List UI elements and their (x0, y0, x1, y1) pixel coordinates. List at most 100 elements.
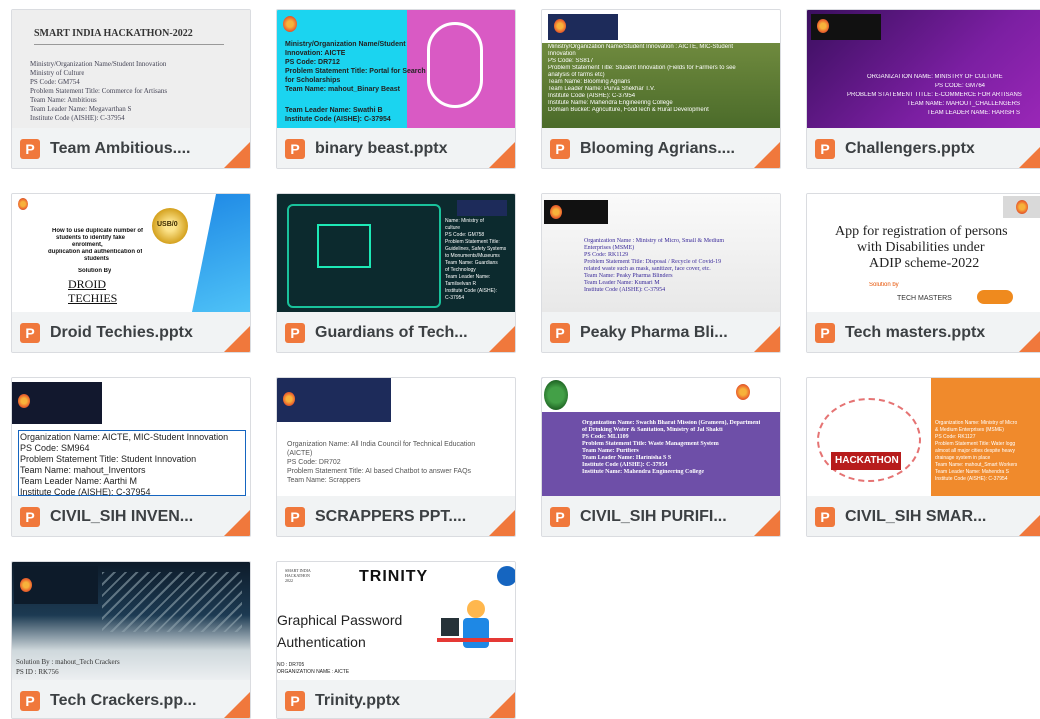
person-at-computer-illustration (437, 598, 513, 678)
thumb-line: Institute Code (AISHE): C-37954 (584, 287, 666, 293)
page-fold-icon (222, 510, 250, 536)
file-card[interactable]: Organization Name : Ministry of Micro, S… (541, 193, 781, 353)
screen-illustration (317, 224, 371, 268)
thumb-line: Institute Code (AISHE): C-37954 (20, 487, 151, 496)
thumb-line: Institute Code (AISHE): C-37954 (30, 114, 125, 122)
powerpoint-icon: P (20, 507, 40, 527)
powerpoint-icon: P (285, 691, 305, 711)
thumb-line: Team Leader Name: Mahendra S (935, 469, 1009, 475)
thumb-title: SMART INDIA HACKATHON-2022 (34, 28, 193, 39)
file-grid: SMART INDIA HACKATHON-2022 Ministry/Orga… (0, 0, 1040, 719)
thumb-line: enrolment, (72, 242, 103, 248)
file-card[interactable]: HACKATHON Organization Name: Ministry of… (806, 377, 1040, 537)
file-footer: P binary beast.pptx (277, 128, 515, 168)
file-card[interactable]: SMART INDIA HACKATHON 2022 TRINITY Graphic… (276, 561, 516, 719)
logo-icon (1003, 196, 1040, 218)
thumb-line: Solution By : mahout_Tech Crackers (16, 658, 120, 666)
thumb-line: culture (445, 225, 461, 231)
thumb-line: Team Name: mahout_Binary Beast (285, 86, 401, 93)
thumb-line: Team Leader Name: Harinisha S S (582, 455, 672, 461)
thumb-line: PS Code: SS817 (548, 58, 594, 64)
powerpoint-icon: P (550, 323, 570, 343)
page-fold-icon (487, 142, 515, 168)
thumb-line: Tamilselvan R (445, 281, 477, 287)
file-footer: P Droid Techies.pptx (12, 312, 250, 352)
thumb-line: Problem Statement Title: Student Innovat… (20, 454, 197, 464)
logo-icon (811, 14, 881, 40)
file-card[interactable]: ORGANIZATION NAME: MINISTRY OF CULTURE P… (806, 9, 1040, 169)
thumb-line: Institute Code (AISHE): (445, 288, 497, 294)
thumb-line: & Medium Enterprises (MSME) (935, 427, 1004, 433)
file-name[interactable]: Team Ambitious.... (50, 138, 210, 160)
thumb-line: Organization Name: Swachh Bharat Mission… (582, 420, 761, 426)
thumb-line: Team Name: Peaky Pharma Blinders (584, 273, 673, 279)
thumb-line: Guidelines, Safety Systems (445, 246, 507, 252)
file-name[interactable]: Guardians of Tech... (315, 322, 475, 344)
file-thumbnail: USB/0 How to use duplicate number of stu… (12, 194, 250, 312)
file-thumbnail: SMART INDIA HACKATHON-2022 Ministry/Orga… (12, 10, 250, 128)
file-card[interactable]: Ministry/Organization Name/Student Innov… (541, 9, 781, 169)
file-footer: P Blooming Agrians.... (542, 128, 780, 168)
file-name[interactable]: Droid Techies.pptx (50, 322, 210, 344)
thumb-line: Institute Code (AISHE): C-37954 (582, 462, 668, 468)
file-card[interactable]: Organization Name: AICTE, MIC-Student In… (11, 377, 251, 537)
powerpoint-icon: P (20, 139, 40, 159)
thumb-line: Innovation: AICTE (285, 50, 346, 57)
page-fold-icon (1017, 326, 1040, 352)
thumb-line: PS Code: SM964 (20, 443, 90, 453)
thumb-line: Organization Name: Ministry of Micro (935, 420, 1018, 426)
file-name[interactable]: Trinity.pptx (315, 690, 475, 712)
powerpoint-icon: P (285, 139, 305, 159)
thumb-line: Team Name: mahout_Smart Workers (935, 462, 1018, 468)
thumb-line: duplication and authentication of (48, 249, 143, 255)
thumb-line: Institute Code (AISHE): C-37954 (935, 476, 1008, 482)
file-card[interactable]: App for registration of persons with Dis… (806, 193, 1040, 353)
thumb-line: Problem Statement Title: Disposal / Recy… (584, 259, 722, 265)
file-name[interactable]: Tech masters.pptx (845, 322, 1005, 344)
page-fold-icon (752, 142, 780, 168)
thumb-line: Institute Name: Mahendra Engineering Col… (582, 469, 704, 475)
seal-label: USB/0 (157, 221, 178, 228)
file-card[interactable]: Solution By : mahout_Tech Crackers PS ID… (11, 561, 251, 719)
thumb-line: Domain Bucket: Agriculture, FoodTech & R… (548, 107, 709, 113)
file-name[interactable]: CIVIL_SIH SMAR... (845, 506, 1005, 528)
thumb-line: PS Code: DR702 (287, 459, 341, 466)
thumb-line: Team Leader Name: (445, 274, 491, 280)
file-name[interactable]: Peaky Pharma Bli... (580, 322, 740, 344)
powerpoint-icon: P (550, 139, 570, 159)
file-card[interactable]: Name: Ministry of culture PS Code: GM758… (276, 193, 516, 353)
thumb-line: related waste such as mask, sanitizer, f… (584, 266, 711, 272)
thumb-line: How to use duplicate number of (52, 228, 144, 234)
page-fold-icon (1017, 510, 1040, 536)
file-card[interactable]: Organization Name: Swachh Bharat Mission… (541, 377, 781, 537)
file-card[interactable]: Organization Name: All India Council for… (276, 377, 516, 537)
page-fold-icon (752, 326, 780, 352)
file-name[interactable]: binary beast.pptx (315, 138, 475, 160)
file-footer: P Challengers.pptx (807, 128, 1040, 168)
file-card[interactable]: SMART INDIA HACKATHON-2022 Ministry/Orga… (11, 9, 251, 169)
thumb-line: Ministry/Organization Name/Student Innov… (548, 44, 734, 50)
college-logo-icon (497, 566, 515, 586)
file-card[interactable]: Ministry/Organization Name/Student Innov… (276, 9, 516, 169)
file-name[interactable]: Challengers.pptx (845, 138, 1005, 160)
thumb-line: (AICTE) (287, 450, 313, 457)
thumb-line: Team Leader Name: Swathi B (285, 107, 383, 114)
file-name[interactable]: Tech Crackers.pp... (50, 690, 210, 712)
thumb-line: Ministry/Organization Name/Student Innov… (30, 60, 167, 68)
thumb-line: Team Name: Scrappers (287, 477, 361, 484)
file-card[interactable]: USB/0 How to use duplicate number of stu… (11, 193, 251, 353)
file-footer: P Tech masters.pptx (807, 312, 1040, 352)
file-thumbnail: HACKATHON Organization Name: Ministry of… (807, 378, 1040, 496)
file-thumbnail: SMART INDIA HACKATHON 2022 TRINITY Graphic… (277, 562, 515, 680)
file-name[interactable]: CIVIL_SIH INVEN... (50, 506, 210, 528)
thumb-line: Organization Name: All India Council for… (287, 441, 476, 448)
powerpoint-icon: P (285, 507, 305, 527)
file-thumbnail: Organization Name : Ministry of Micro, S… (542, 194, 780, 312)
thumb-line: C-37954 (445, 295, 465, 301)
file-footer: P Team Ambitious.... (12, 128, 250, 168)
thumb-line: almost all major cities despite heavy (935, 448, 1016, 454)
thumb-line: students to identify fake (56, 235, 126, 241)
file-name[interactable]: SCRAPPERS PPT.... (315, 506, 475, 528)
file-name[interactable]: Blooming Agrians.... (580, 138, 740, 160)
file-name[interactable]: CIVIL_SIH PURIFI... (580, 506, 740, 528)
